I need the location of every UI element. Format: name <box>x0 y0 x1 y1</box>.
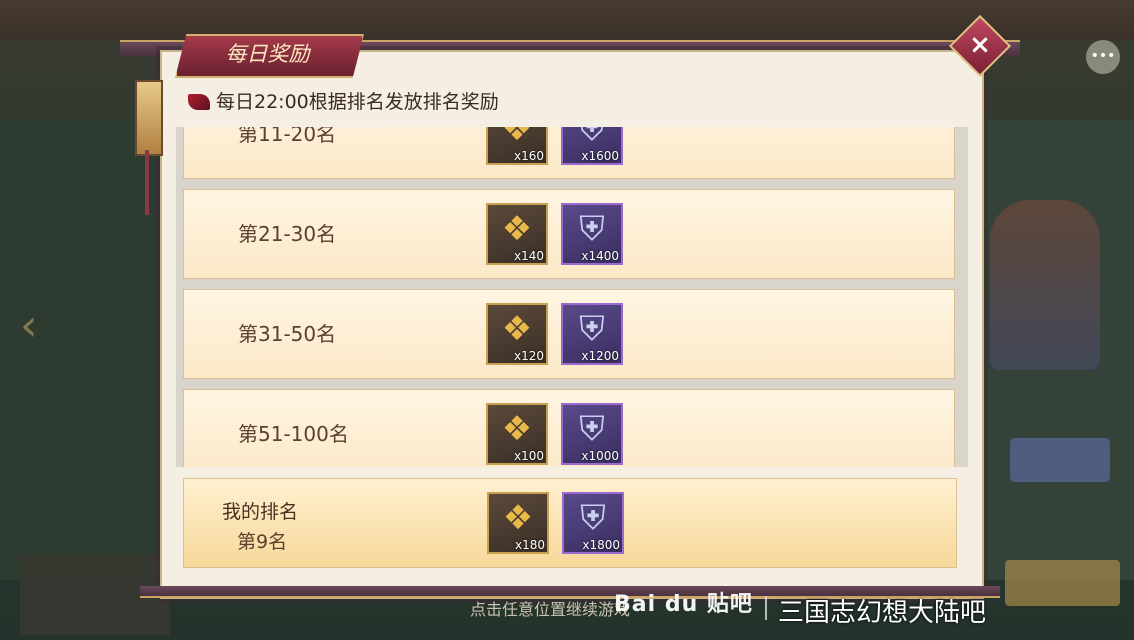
my-ranking-title: 我的排名 <box>222 501 299 523</box>
watermark-divider <box>765 596 767 620</box>
background-blue-button <box>1010 438 1110 482</box>
silver-shield-icon[interactable]: ⛨ x1400 <box>561 203 623 265</box>
item-quantity: x1800 <box>582 538 620 552</box>
background-gold-button <box>1005 560 1120 606</box>
continue-hint: 点击任意位置继续游戏 <box>470 600 631 619</box>
lantern-tassel <box>145 150 149 215</box>
scroll-icon <box>188 94 210 110</box>
rank-range-label: 第31-50名 <box>238 322 337 346</box>
reward-list[interactable]: 第11-20名 ❖ x160 ⛨ x1600 第21-30名 ❖ x140 ⛨ x140… <box>176 127 968 467</box>
item-quantity: x1200 <box>581 349 619 363</box>
dialog-title: 每日奖励 <box>225 42 310 66</box>
item-quantity: x1000 <box>581 449 619 463</box>
notice-text: 每日22:00根据排名发放排名奖励 <box>216 91 499 113</box>
chat-bubble-icon[interactable]: ••• <box>1086 40 1120 74</box>
item-quantity: x1400 <box>581 249 619 263</box>
rank-range-label: 第51-100名 <box>238 422 349 446</box>
my-rank-value: 第9名 <box>237 531 288 553</box>
gold-token-icon[interactable]: ❖ x180 <box>487 492 549 554</box>
item-quantity: x1600 <box>581 149 619 163</box>
gold-token-icon[interactable]: ❖ x140 <box>486 203 548 265</box>
close-icon[interactable]: × <box>958 24 1002 68</box>
reward-notice: 每日22:00根据排名发放排名奖励 <box>188 88 499 116</box>
baidu-tieba-logo: Bai du 贴吧 <box>614 592 753 617</box>
lantern-ornament-icon <box>135 80 163 156</box>
item-quantity: x180 <box>514 538 545 552</box>
left-arrow-icon: ‹ <box>20 300 38 351</box>
rank-range-label: 第11-20名 <box>238 127 337 146</box>
gold-token-icon[interactable]: ❖ x160 <box>486 127 548 165</box>
reward-row: 第51-100名 ❖ x100 ⛨ x1000 <box>183 389 955 467</box>
reward-row: 第11-20名 ❖ x160 ⛨ x1600 <box>183 127 955 179</box>
rank-range-label: 第21-30名 <box>238 222 337 246</box>
item-quantity: x140 <box>513 249 544 263</box>
gold-token-icon[interactable]: ❖ x120 <box>486 303 548 365</box>
reward-row: 第21-30名 ❖ x140 ⛨ x1400 <box>183 189 955 279</box>
watermark-text: 三国志幻想大陆吧 <box>778 598 987 628</box>
silver-shield-icon[interactable]: ⛨ x1600 <box>561 127 623 165</box>
reward-row: 第31-50名 ❖ x120 ⛨ x1200 <box>183 289 955 379</box>
gold-token-icon[interactable]: ❖ x100 <box>486 403 548 465</box>
silver-shield-icon[interactable]: ⛨ x1800 <box>562 492 624 554</box>
my-ranking-row: 我的排名 第9名 ❖ x180 ⛨ x1800 <box>183 478 957 568</box>
item-quantity: x160 <box>513 149 544 163</box>
item-quantity: x120 <box>513 349 544 363</box>
hero-figure <box>990 200 1100 370</box>
silver-shield-icon[interactable]: ⛨ x1000 <box>561 403 623 465</box>
item-quantity: x100 <box>513 449 544 463</box>
silver-shield-icon[interactable]: ⛨ x1200 <box>561 303 623 365</box>
